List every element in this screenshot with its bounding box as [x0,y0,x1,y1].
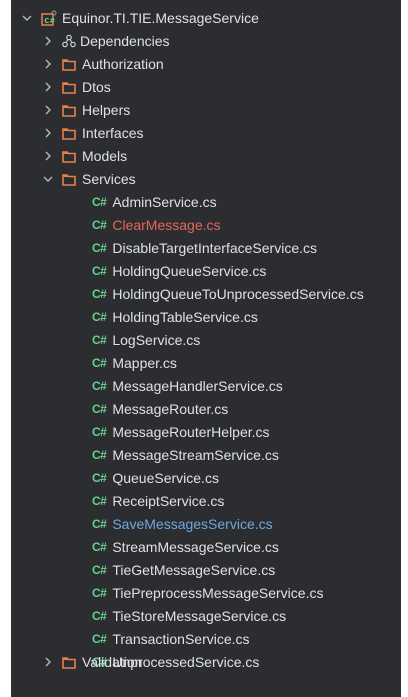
file-label: HoldingTableService.cs [112,308,258,325]
folder-label: Authorization [82,55,164,72]
tree-row-models[interactable]: Models [11,144,401,167]
tree-row-validation[interactable]: Validation [11,650,401,673]
file-item[interactable]: C# TieStoreMessageService.cs [11,604,401,627]
csharp-file-icon: C# [92,424,107,439]
file-label: HoldingQueueToUnprocessedService.cs [112,285,364,302]
chevron-down-icon[interactable] [21,12,33,24]
tree-row-helpers[interactable]: Helpers [11,98,401,121]
file-label: QueueService.cs [112,469,219,486]
chevron-right-icon[interactable] [42,81,54,93]
file-item[interactable]: C# MessageStreamService.cs [11,443,401,466]
csharp-file-icon: C# [92,631,107,646]
folder-label: Validation [82,653,143,670]
file-item[interactable]: C# Mapper.cs [11,351,401,374]
file-label: MessageHandlerService.cs [112,377,283,394]
folder-label: Interfaces [82,124,144,141]
project-tree-panel: C# Equinor.TI.TIE.MessageService Depende… [11,0,401,697]
file-label: TiePreprocessMessageService.cs [112,584,324,601]
file-item[interactable]: C# LogService.cs [11,328,401,351]
file-label: ReceiptService.cs [112,492,225,509]
file-item[interactable]: C# SaveMessagesService.cs [11,512,401,535]
folder-icon [62,81,76,94]
csharp-file-icon: C# [92,516,107,531]
folder-label: Dtos [82,78,111,95]
csharp-file-icon: C# [92,401,107,416]
file-label: Mapper.cs [112,354,177,371]
file-item[interactable]: C# StreamMessageService.cs [11,535,401,558]
chevron-down-icon[interactable] [42,173,54,185]
tree-row-services[interactable]: Services [11,167,401,190]
file-label: TransactionService.cs [112,630,250,647]
file-label: AdminService.cs [112,193,217,210]
csharp-file-icon: C# [92,562,107,577]
csharp-file-icon: C# [92,493,107,508]
file-label: LogService.cs [112,331,201,348]
file-label: TieGetMessageService.cs [112,561,276,578]
chevron-right-icon[interactable] [42,656,54,668]
file-item[interactable]: C# TieGetMessageService.cs [11,558,401,581]
csharp-file-icon: C# [92,585,107,600]
csharp-file-icon: C# [92,240,107,255]
csharp-file-icon: C# [92,378,107,393]
tree-row-dependencies[interactable]: Dependencies [11,29,401,52]
file-item[interactable]: C# HoldingQueueService.cs [11,259,401,282]
chevron-right-icon[interactable] [42,35,54,47]
file-item[interactable]: C# MessageRouterHelper.cs [11,420,401,443]
csharp-file-icon: C# [92,263,107,278]
csharp-file-icon: C# [92,608,107,623]
file-item[interactable]: C# MessageRouter.cs [11,397,401,420]
file-label: ClearMessage.cs [112,216,221,233]
tree-row-interfaces[interactable]: Interfaces [11,121,401,144]
folder-label: Services [82,170,136,187]
file-label: TieStoreMessageService.cs [112,607,287,624]
folder-icon [62,656,76,669]
csharp-file-icon: C# [92,286,107,301]
file-item[interactable]: C# TiePreprocessMessageService.cs [11,581,401,604]
file-label: MessageRouter.cs [112,400,229,417]
file-item[interactable]: C# QueueService.cs [11,466,401,489]
folder-label: Helpers [82,101,131,118]
csharp-file-icon: C# [92,539,107,554]
file-label: SaveMessagesService.cs [112,515,273,532]
dependencies-icon [62,34,76,48]
project-label: Equinor.TI.TIE.MessageService [62,9,259,26]
csharp-file-icon: C# [92,309,107,324]
csharp-project-icon: C# [41,10,57,26]
file-item[interactable]: C# DisableTargetInterfaceService.cs [11,236,401,259]
tree-row-authorization[interactable]: Authorization [11,52,401,75]
chevron-right-icon[interactable] [42,58,54,70]
file-item[interactable]: C# ReceiptService.cs [11,489,401,512]
svg-text:C#: C# [44,17,55,25]
file-label: StreamMessageService.cs [112,538,279,555]
file-item[interactable]: C# HoldingTableService.cs [11,305,401,328]
file-item[interactable]: C# HoldingQueueToUnprocessedService.cs [11,282,401,305]
chevron-right-icon[interactable] [42,127,54,139]
file-item[interactable]: C# ClearMessage.cs [11,213,401,236]
folder-icon [62,150,76,163]
csharp-file-icon: C# [92,332,107,347]
csharp-file-icon: C# [92,217,107,232]
file-item[interactable]: C# TransactionService.cs [11,627,401,650]
tree-row-project[interactable]: C# Equinor.TI.TIE.MessageService [11,6,401,29]
file-item[interactable]: C# AdminService.cs [11,190,401,213]
file-label: MessageStreamService.cs [112,446,279,463]
file-label: MessageRouterHelper.cs [112,423,270,440]
chevron-right-icon[interactable] [42,104,54,116]
dependencies-label: Dependencies [80,32,170,49]
file-label: HoldingQueueService.cs [112,262,267,279]
tree-row-dtos[interactable]: Dtos [11,75,401,98]
csharp-file-icon: C# [92,194,107,209]
folder-icon [62,127,76,140]
csharp-file-icon: C# [92,355,107,370]
folder-icon [62,104,76,117]
chevron-right-icon[interactable] [42,150,54,162]
folder-label: Models [82,147,128,164]
folder-icon [62,173,76,186]
csharp-file-icon: C# [92,470,107,485]
file-label: DisableTargetInterfaceService.cs [112,239,317,256]
csharp-file-icon: C# [92,447,107,462]
folder-icon [62,58,76,71]
file-item[interactable]: C# MessageHandlerService.cs [11,374,401,397]
